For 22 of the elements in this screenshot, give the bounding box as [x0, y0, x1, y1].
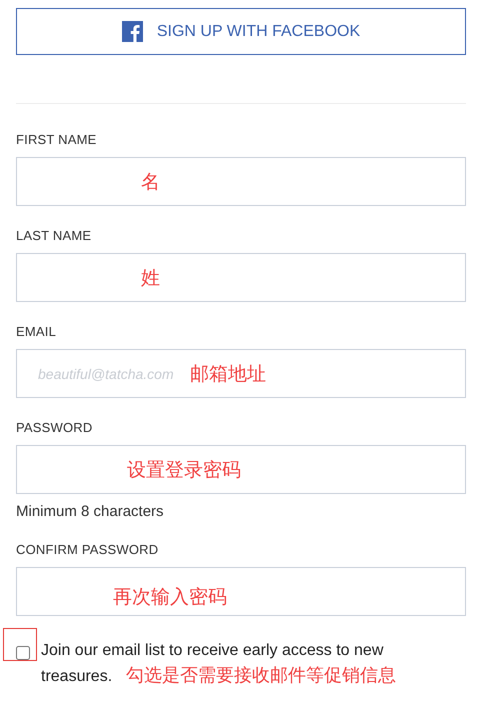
input-field[interactable]: [16, 567, 466, 616]
annotation-text: 姓: [141, 266, 160, 291]
highlight-frame: [3, 628, 37, 661]
field-label: CONFIRM PASSWORD: [16, 542, 160, 557]
input-field[interactable]: [16, 445, 466, 494]
field-label: EMAIL: [16, 324, 58, 339]
input-field[interactable]: [16, 157, 466, 206]
field-label: PASSWORD: [16, 420, 94, 435]
annotation-text: 邮箱地址: [190, 362, 266, 386]
annotation-text: 勾选是否需要接收邮件等促销信息: [126, 664, 396, 688]
newsletter-label: treasures.: [41, 667, 112, 687]
input-field[interactable]: [16, 253, 466, 302]
facebook-icon: [122, 21, 143, 42]
facebook-signup-button[interactable]: SIGN UP WITH FACEBOOK: [16, 8, 466, 55]
newsletter-checkbox[interactable]: [16, 646, 30, 660]
annotation-text: 设置登录密码: [127, 458, 241, 483]
field-label: LAST NAME: [16, 228, 92, 243]
annotation-text: 名: [141, 170, 160, 195]
field-label: FIRST NAME: [16, 132, 98, 147]
newsletter-label: Join our email list to receive early access to new: [41, 641, 384, 661]
password-hint: Minimum 8 characters: [16, 503, 165, 520]
annotation-text: 再次输入密码: [113, 585, 227, 610]
